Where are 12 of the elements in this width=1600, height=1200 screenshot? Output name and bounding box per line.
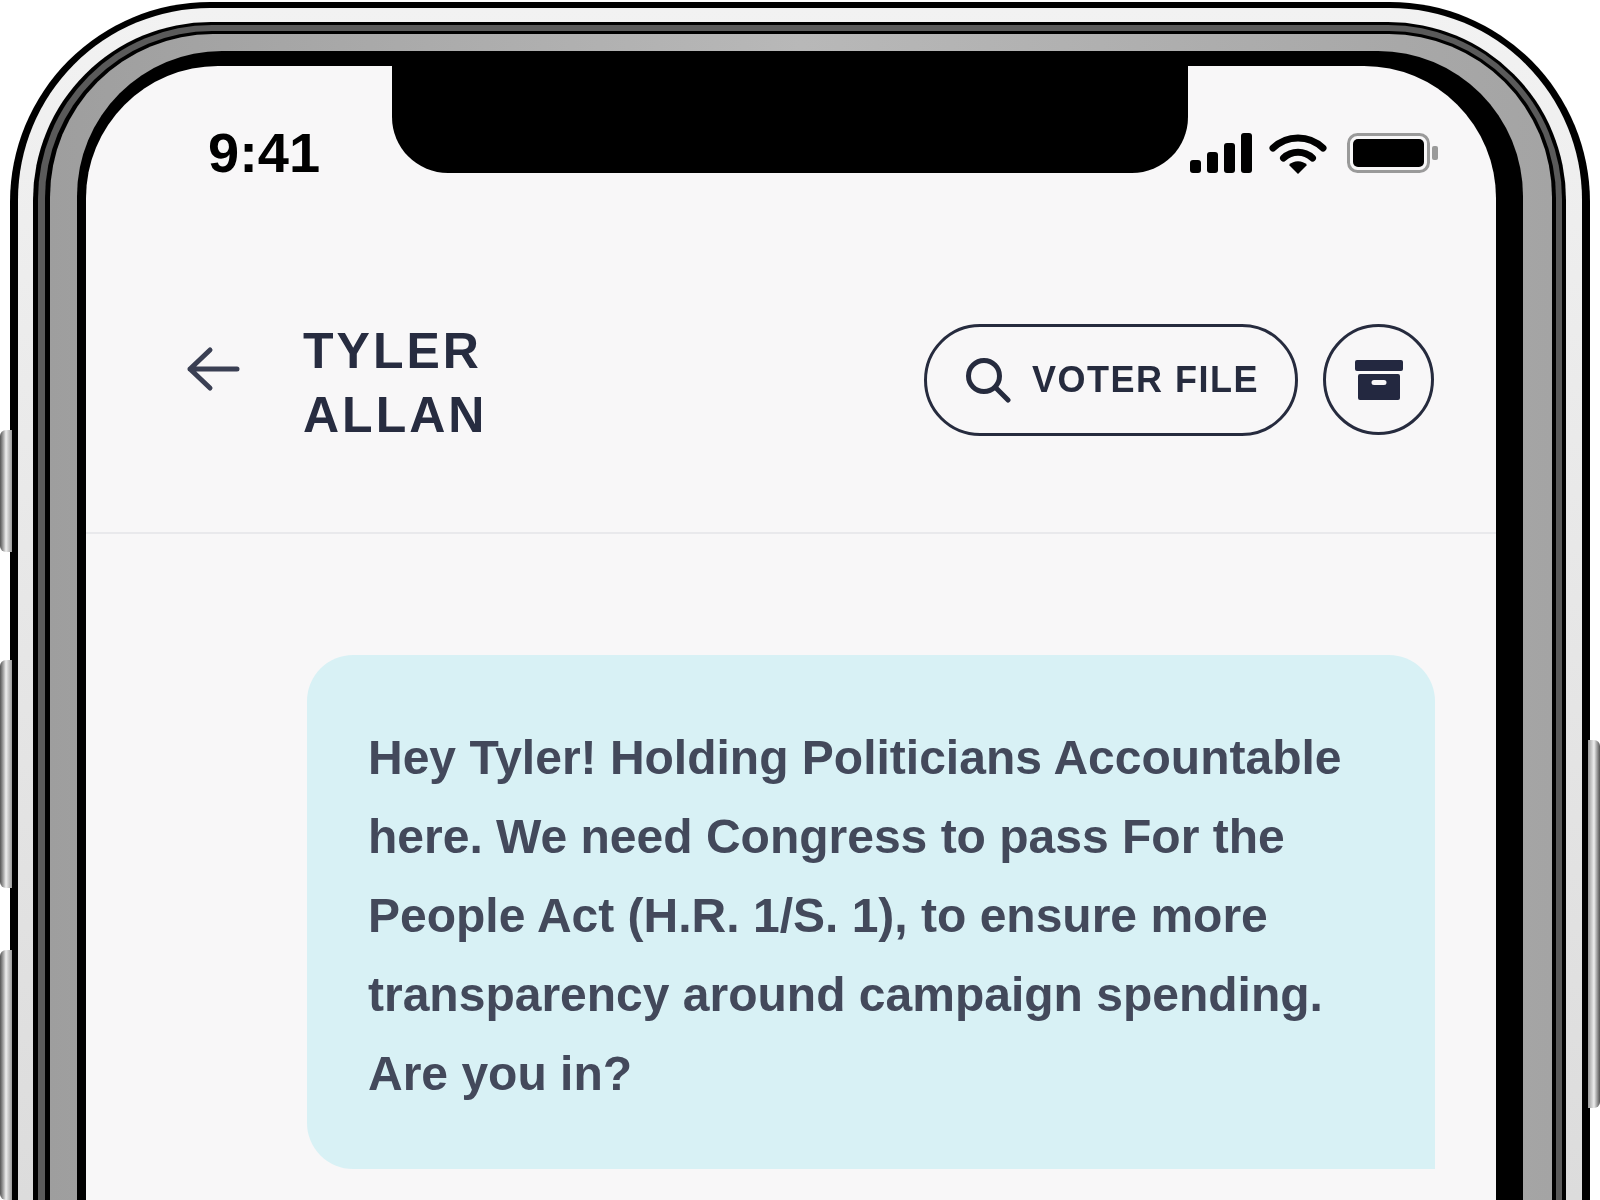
- message-text: Hey Tyler! Holding Politicians Accountable here. We need Congress to pass For the People Act (H.R. 1/S. 1), to ensure more transparency around campaign spending. Are you in?: [368, 730, 1343, 1102]
- voter-file-button[interactable]: VOTER FILE: [924, 324, 1298, 436]
- status-time: 9:41: [208, 121, 321, 184]
- search-icon: [965, 357, 1011, 403]
- left-arrow-icon: [185, 346, 240, 392]
- archive-button[interactable]: [1323, 324, 1434, 435]
- battery-icon: [1347, 133, 1438, 173]
- back-button[interactable]: [185, 346, 240, 392]
- contact-name: TYLER ALLAN: [303, 322, 489, 445]
- wifi-icon: [1269, 132, 1327, 174]
- archive-box-icon: [1354, 359, 1403, 400]
- signal-icon: [1190, 133, 1252, 173]
